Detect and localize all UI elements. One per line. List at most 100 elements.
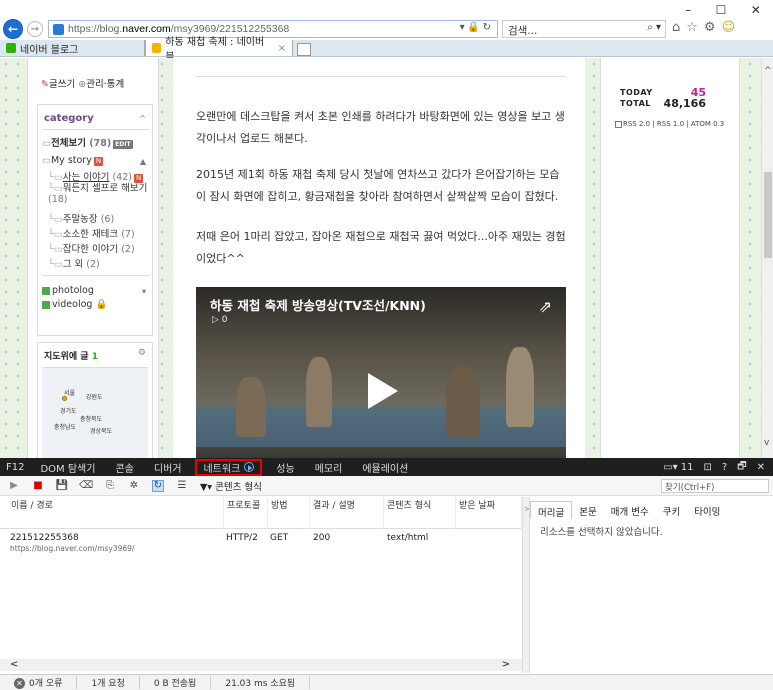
tab-active-post[interactable]: 하동 재첩 축제 : 네이버 블... × (145, 37, 293, 63)
category-item[interactable]: └▭잡다한 이야기 (2) (48, 241, 135, 255)
smiley-feedback-icon[interactable]: ☺ (722, 20, 736, 35)
video-player[interactable]: 하동 재첩 축제 방송영상(TV조선/KNN) ▷ 0 ⇗ (196, 287, 566, 458)
clear-entries-icon[interactable]: ⎘ (104, 480, 116, 492)
home-icon[interactable]: ⌂ (672, 20, 680, 35)
close-button[interactable]: ✕ (751, 3, 761, 17)
scroll-right-icon[interactable]: > (502, 659, 510, 670)
tab-close-button[interactable]: × (278, 43, 286, 54)
map-city-label: 충청북도 (80, 416, 103, 423)
column-method[interactable]: 방법 (268, 497, 310, 529)
videolog-icon (42, 300, 50, 309)
dropdown-caret-icon[interactable]: ▾ (142, 287, 146, 296)
content-type-filter[interactable]: ▼▾ 콘텐츠 형식 (200, 479, 262, 493)
tab-debugger[interactable]: 디버거 (144, 460, 192, 475)
share-icon[interactable]: ⇗ (539, 297, 552, 316)
category-item[interactable]: └▭소소한 재테크 (7) (48, 226, 135, 240)
export-icon[interactable]: 💾 (56, 480, 68, 492)
category-my-story[interactable]: ▭My story N (42, 155, 104, 166)
error-count[interactable]: ✕ 0개 오류 (0, 676, 78, 689)
scroll-thumb[interactable] (764, 172, 772, 258)
category-box: category ^ ▭전체보기 (78) EDIT ▭My story N ▲ └… (37, 104, 153, 336)
scroll-down-icon[interactable]: v (764, 438, 769, 448)
find-input[interactable]: 찾기(Ctrl+F) (661, 479, 769, 493)
start-profiling-icon[interactable]: ▶ (8, 480, 20, 492)
help-icon[interactable]: ? (722, 462, 727, 473)
tab-emulation[interactable]: 에뮬레이션 (352, 460, 418, 475)
rss-links[interactable]: RSS 2.0 | RSS 1.0 | ATOM 0.3 (615, 120, 724, 128)
search-controls[interactable]: ⌕ ▾ (647, 22, 661, 33)
web-page: ✎글쓰기 ⊕관리·통계 category ^ ▭전체보기 (78) EDIT ▭M… (0, 58, 761, 458)
column-content-type[interactable]: 콘텐츠 형식 (384, 497, 456, 529)
category-item[interactable]: └▭그 외 (2) (48, 256, 100, 270)
scroll-up-icon[interactable]: ^ (764, 66, 772, 76)
request-content-type: text/html (387, 533, 429, 543)
map-city-label: 강원도 (86, 394, 103, 401)
tab-strip: 네이버 블로그 하동 재첩 축제 : 네이버 블... × (0, 37, 773, 63)
tab-naver-blog[interactable]: 네이버 블로그 (0, 40, 145, 56)
always-refresh-icon[interactable]: ↻ (152, 479, 164, 492)
clear-cache-icon[interactable]: ⌫ (79, 480, 93, 492)
no-resource-message: 리소스를 선택하지 않았습니다. (540, 527, 663, 538)
category-item[interactable]: └▭주말농장 (6) (48, 211, 114, 225)
tab-network[interactable]: 네트워크 (195, 458, 263, 476)
tab-dom-explorer[interactable]: DOM 탐색기 (30, 460, 105, 475)
page-scrollbar[interactable]: ^ v (761, 58, 773, 458)
videolog-link[interactable]: videolog 🔒 (42, 299, 107, 310)
map-widget: 지도위에 글 1 ⚙ 서울 강원도 경기도 충청북도 충청남도 경상북도 (37, 342, 153, 458)
detail-tabs: 머리글 본문 매개 변수 쿠키 타이밍 (530, 501, 773, 519)
back-button[interactable]: ← (3, 19, 23, 39)
rss-icon (615, 120, 622, 128)
pane-splitter[interactable]: > (522, 497, 530, 673)
column-received[interactable]: 받은 날짜 (456, 497, 522, 529)
settings-gear-icon[interactable]: ⚙ (704, 20, 716, 35)
new-tab-button[interactable] (297, 43, 311, 56)
map-settings-gear-icon[interactable]: ⚙ (138, 348, 146, 358)
tab-memory[interactable]: 메모리 (305, 460, 353, 475)
tab-console[interactable]: 콘솔 (105, 460, 143, 475)
post-paragraph: 오랜만에 데스크탑을 켜서 초본 인쇄를 하려다가 바탕화면에 있는 영상을 보… (196, 110, 565, 145)
stop-profiling-icon[interactable]: ■ (32, 480, 44, 492)
table-hscrollbar[interactable]: < > (0, 659, 522, 671)
column-protocol[interactable]: 프로토콜 (224, 497, 268, 529)
undock-icon[interactable]: 🗗 (737, 459, 746, 476)
video-thumbnail-figure (236, 377, 266, 437)
category-item[interactable]: └▭뭐든지 셀프로 해보기 (18) (48, 183, 148, 205)
tab-performance[interactable]: 성능 (266, 460, 304, 475)
console-toggle-icon[interactable]: ⊡ (704, 462, 712, 473)
tab-cookies[interactable]: 쿠키 (656, 501, 687, 519)
expand-pane-icon[interactable]: > (524, 505, 530, 513)
maximize-button[interactable]: ☐ (716, 3, 727, 17)
play-icon[interactable] (368, 373, 398, 409)
target-selector[interactable]: ▭▾ 11 (663, 462, 693, 473)
url-host: naver.com (122, 23, 171, 35)
tab-headers[interactable]: 머리글 (530, 501, 573, 519)
clear-session-icon[interactable]: ☰ (176, 480, 188, 492)
network-record-icon (244, 462, 255, 472)
manage-link[interactable]: 관리·통계 (86, 79, 124, 90)
category-all[interactable]: ▭전체보기 (78) EDIT (42, 135, 133, 149)
tab-timings[interactable]: 타이밍 (687, 501, 727, 519)
category-item[interactable]: └▭사는 이야기 (42) N (48, 169, 144, 183)
tab-parameters[interactable]: 매개 변수 (604, 501, 656, 519)
minimize-button[interactable]: – (685, 3, 691, 17)
page-icon (152, 43, 162, 53)
collapse-caret-icon[interactable]: ^ (139, 114, 146, 123)
clear-cookies-icon[interactable]: ✲ (128, 480, 140, 492)
favorites-star-icon[interactable]: ☆ (686, 20, 698, 35)
photolog-link[interactable]: photolog (42, 285, 94, 296)
korea-map[interactable]: 서울 강원도 경기도 충청북도 충청남도 경상북도 (42, 367, 148, 458)
request-path: https://blog.naver.com/msy3969/ (10, 544, 135, 553)
devtools-close-icon[interactable]: ✕ (757, 462, 765, 473)
forward-button[interactable]: → (27, 21, 43, 37)
search-input[interactable]: 검색... ⌕ ▾ (502, 20, 666, 38)
post-paragraph: 2015년 제1회 하동 재첩 축제 당시 첫날에 연차쓰고 갔다가 은어잡기하… (196, 168, 560, 203)
navigation-bar: ← → https://blog. naver.com/msy3969/22151… (0, 18, 773, 40)
address-controls[interactable]: ▾ 🔒 ↻ (460, 22, 491, 33)
column-name-path[interactable]: 이름 / 경로 (8, 497, 224, 529)
column-result[interactable]: 결과 / 설명 (310, 497, 384, 529)
table-header: 이름 / 경로 프로토콜 방법 결과 / 설명 콘텐츠 형식 받은 날짜 (0, 497, 522, 529)
collapse-caret-icon[interactable]: ▲ (140, 157, 146, 166)
tab-body[interactable]: 본문 (572, 501, 603, 519)
scroll-left-icon[interactable]: < (10, 659, 18, 670)
write-link[interactable]: 글쓰기 (49, 79, 75, 90)
